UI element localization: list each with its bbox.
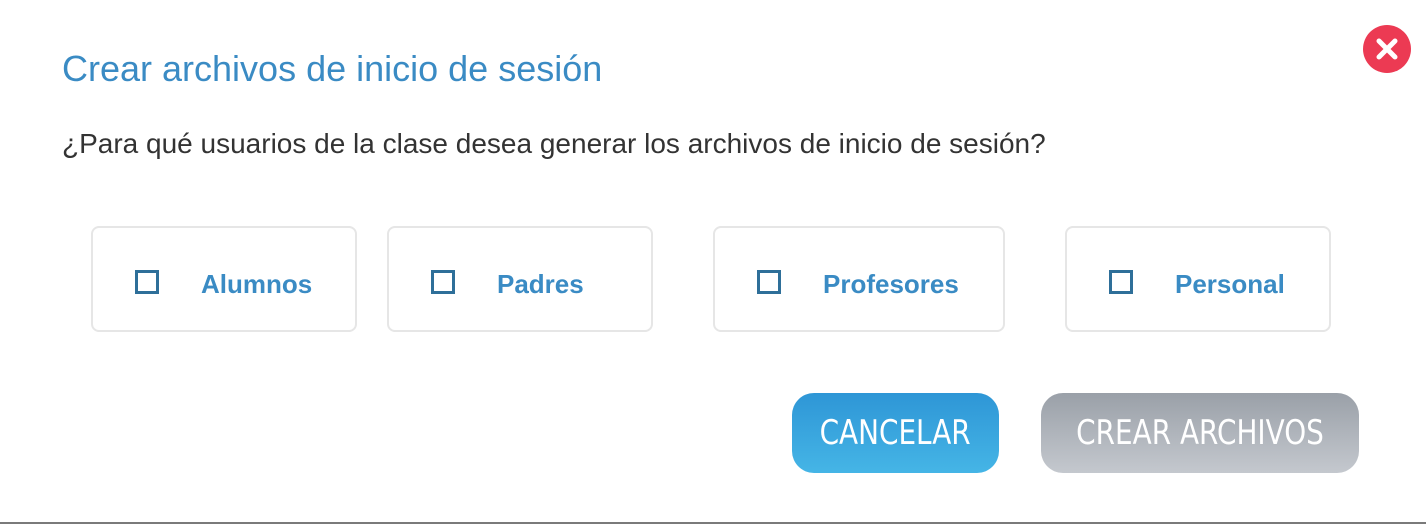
checkbox-personal[interactable]: [1109, 270, 1133, 294]
checkbox-alumnos[interactable]: [135, 270, 159, 294]
create-files-button[interactable]: CREAR ARCHIVOS: [1041, 393, 1359, 473]
dialog-question: ¿Para qué usuarios de la clase desea gen…: [62, 128, 1046, 159]
option-label-profesores: Profesores: [823, 269, 959, 299]
option-personal[interactable]: Personal: [1065, 226, 1331, 332]
option-padres[interactable]: Padres: [387, 226, 653, 332]
option-alumnos[interactable]: Alumnos: [91, 226, 357, 332]
cancel-button[interactable]: CANCELAR: [792, 393, 999, 473]
dialog-title: Crear archivos de inicio de sesión: [62, 48, 603, 89]
option-label-padres: Padres: [497, 269, 584, 299]
cancel-button-label: CANCELAR: [819, 413, 972, 453]
close-x-icon: [1376, 38, 1398, 60]
close-button[interactable]: [1363, 25, 1411, 73]
option-label-alumnos: Alumnos: [201, 269, 313, 299]
create-login-files-dialog: Crear archivos de inicio de sesión ¿Para…: [0, 0, 1426, 524]
checkbox-profesores[interactable]: [757, 270, 781, 294]
create-files-button-label: CREAR ARCHIVOS: [1076, 413, 1324, 453]
checkbox-padres[interactable]: [431, 270, 455, 294]
option-label-personal: Personal: [1175, 269, 1285, 299]
option-profesores[interactable]: Profesores: [713, 226, 1005, 332]
